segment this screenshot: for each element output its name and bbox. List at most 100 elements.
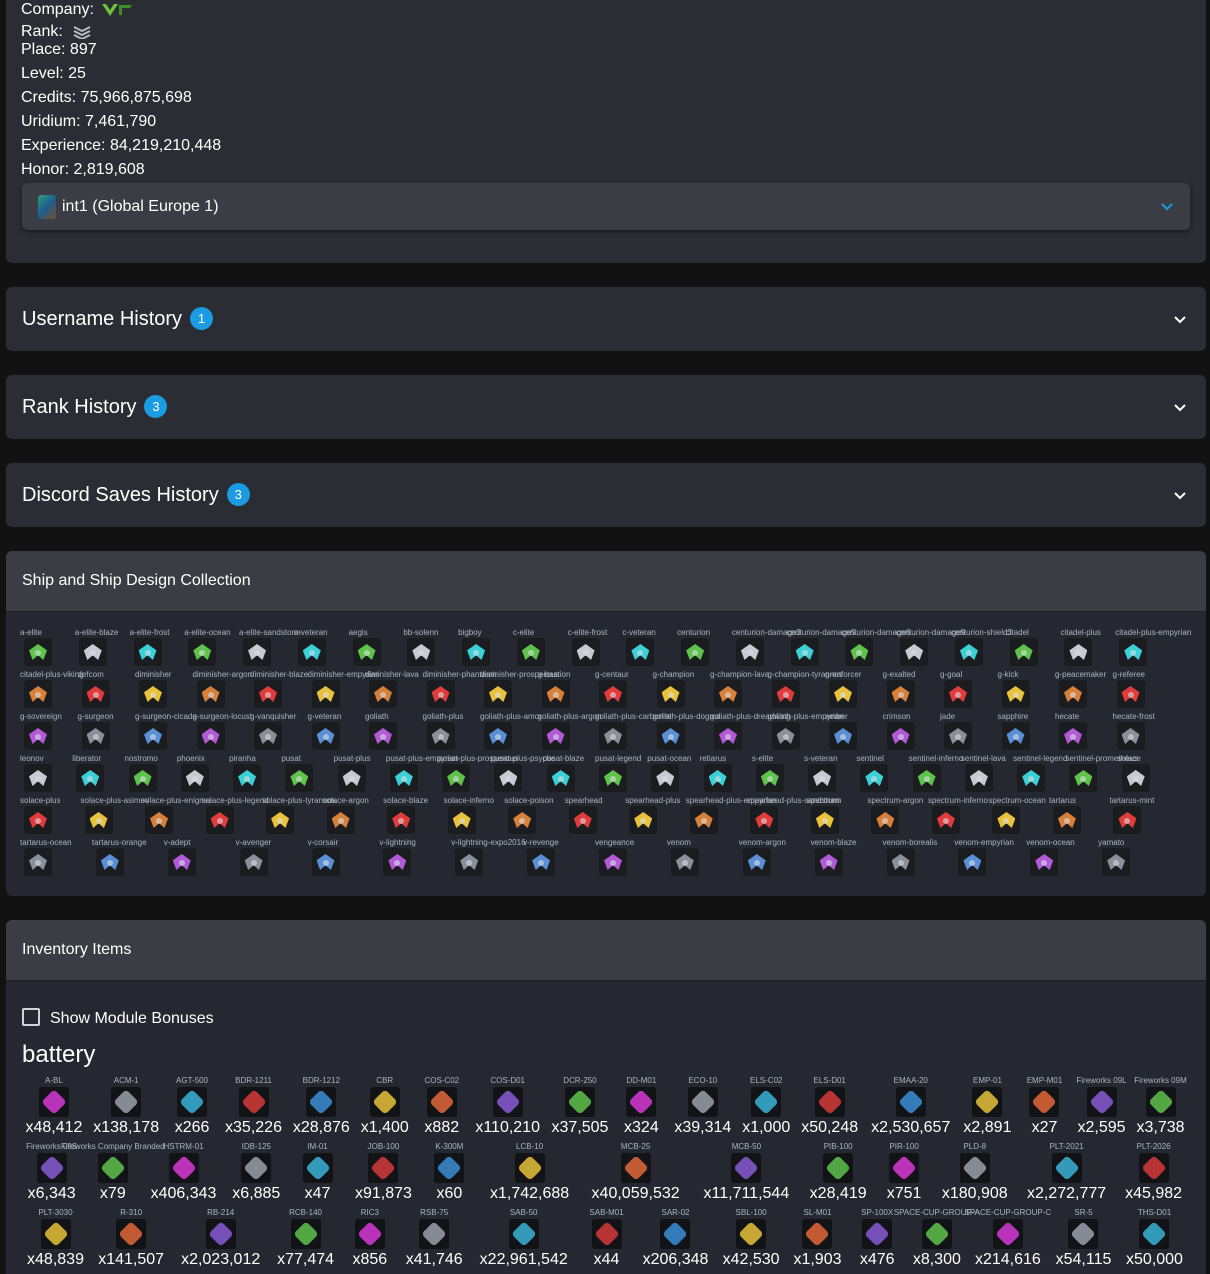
- ship-icon[interactable]: [145, 806, 174, 834]
- ship-icon[interactable]: [1064, 638, 1093, 666]
- ship-icon[interactable]: [389, 764, 418, 792]
- inventory-item-icon[interactable]: [802, 1219, 833, 1249]
- ship-icon[interactable]: [651, 764, 680, 792]
- ship-icon[interactable]: [311, 848, 340, 876]
- ship-icon[interactable]: [714, 722, 742, 750]
- inventory-item-icon[interactable]: [992, 1219, 1023, 1249]
- ship-icon[interactable]: [771, 722, 800, 750]
- ship-icon[interactable]: [814, 848, 843, 876]
- ship-icon[interactable]: [1017, 764, 1046, 792]
- ship-icon[interactable]: [1116, 722, 1145, 750]
- inventory-item-icon[interactable]: [302, 1153, 333, 1183]
- inventory-item-icon[interactable]: [736, 1219, 767, 1249]
- ship-icon[interactable]: [629, 806, 658, 834]
- ship-icon[interactable]: [84, 806, 113, 834]
- ship-icon[interactable]: [455, 848, 484, 876]
- ship-icon[interactable]: [285, 764, 314, 792]
- ship-icon[interactable]: [808, 764, 837, 792]
- inventory-item-icon[interactable]: [921, 1219, 952, 1249]
- inventory-item-icon[interactable]: [368, 1153, 399, 1183]
- module-bonuses-checkbox[interactable]: [22, 1008, 40, 1026]
- ship-icon[interactable]: [81, 680, 110, 708]
- ship-icon[interactable]: [383, 848, 412, 876]
- rank-history-accordion[interactable]: Rank History 3: [6, 375, 1206, 439]
- ship-icon[interactable]: [426, 722, 455, 750]
- username-history-accordion[interactable]: Username History 1: [6, 287, 1206, 351]
- ship-icon[interactable]: [546, 764, 575, 792]
- ship-icon[interactable]: [599, 680, 627, 708]
- ship-icon[interactable]: [845, 638, 874, 666]
- ship-icon[interactable]: [703, 764, 732, 792]
- ship-icon[interactable]: [205, 806, 234, 834]
- ship-icon[interactable]: [1116, 680, 1145, 708]
- ship-icon[interactable]: [24, 806, 52, 834]
- ship-icon[interactable]: [196, 722, 225, 750]
- ship-icon[interactable]: [1001, 680, 1030, 708]
- inventory-item-icon[interactable]: [38, 1087, 69, 1117]
- ship-icon[interactable]: [1052, 806, 1081, 834]
- inventory-item-icon[interactable]: [1138, 1153, 1169, 1183]
- ship-icon[interactable]: [771, 680, 800, 708]
- ship-icon[interactable]: [670, 848, 699, 876]
- inventory-item-icon[interactable]: [290, 1219, 321, 1249]
- inventory-item-icon[interactable]: [508, 1219, 539, 1249]
- inventory-item-icon[interactable]: [306, 1087, 337, 1117]
- inventory-item-icon[interactable]: [660, 1219, 691, 1249]
- module-bonuses-toggle[interactable]: Show Module Bonuses: [22, 1008, 214, 1028]
- ship-icon[interactable]: [254, 680, 282, 708]
- discord-saves-history-accordion[interactable]: Discord Saves History 3: [6, 463, 1206, 527]
- inventory-item-icon[interactable]: [238, 1087, 269, 1117]
- ship-icon[interactable]: [886, 680, 915, 708]
- ship-icon[interactable]: [326, 806, 355, 834]
- ship-icon[interactable]: [735, 638, 764, 666]
- ship-icon[interactable]: [958, 848, 987, 876]
- inventory-item-icon[interactable]: [620, 1153, 651, 1183]
- server-select[interactable]: int1 (Global Europe 1): [22, 183, 1190, 230]
- ship-icon[interactable]: [78, 638, 107, 666]
- ship-icon[interactable]: [369, 680, 397, 708]
- inventory-item-icon[interactable]: [354, 1219, 385, 1249]
- inventory-item-icon[interactable]: [1139, 1219, 1170, 1249]
- ship-icon[interactable]: [24, 680, 52, 708]
- inventory-item-icon[interactable]: [492, 1087, 523, 1117]
- inventory-item-icon[interactable]: [369, 1087, 400, 1117]
- ship-icon[interactable]: [1113, 806, 1142, 834]
- inventory-item-icon[interactable]: [111, 1087, 142, 1117]
- ship-icon[interactable]: [886, 722, 915, 750]
- ship-icon[interactable]: [95, 848, 124, 876]
- inventory-item-icon[interactable]: [1051, 1153, 1082, 1183]
- ship-icon[interactable]: [714, 680, 742, 708]
- ship-icon[interactable]: [447, 806, 476, 834]
- inventory-item-icon[interactable]: [591, 1219, 622, 1249]
- inventory-item-icon[interactable]: [241, 1153, 272, 1183]
- ship-icon[interactable]: [442, 764, 471, 792]
- ship-icon[interactable]: [1030, 848, 1059, 876]
- inventory-item-icon[interactable]: [731, 1153, 762, 1183]
- ship-icon[interactable]: [1059, 680, 1087, 708]
- inventory-item-icon[interactable]: [895, 1087, 926, 1117]
- ship-icon[interactable]: [912, 764, 941, 792]
- ship-icon[interactable]: [167, 848, 196, 876]
- ship-icon[interactable]: [24, 638, 52, 666]
- ship-icon[interactable]: [944, 680, 972, 708]
- ship-icon[interactable]: [992, 806, 1021, 834]
- ship-icon[interactable]: [426, 680, 455, 708]
- ship-icon[interactable]: [954, 638, 983, 666]
- ship-icon[interactable]: [1119, 638, 1148, 666]
- ship-icon[interactable]: [829, 722, 857, 750]
- ship-icon[interactable]: [1001, 722, 1030, 750]
- ship-icon[interactable]: [541, 722, 570, 750]
- ship-icon[interactable]: [337, 764, 366, 792]
- ship-icon[interactable]: [568, 806, 597, 834]
- ship-icon[interactable]: [681, 638, 710, 666]
- ship-icon[interactable]: [81, 722, 110, 750]
- ship-icon[interactable]: [1121, 764, 1150, 792]
- ship-icon[interactable]: [494, 764, 523, 792]
- inventory-item-icon[interactable]: [626, 1087, 657, 1117]
- ship-icon[interactable]: [829, 680, 857, 708]
- inventory-item-icon[interactable]: [814, 1087, 845, 1117]
- ship-icon[interactable]: [387, 806, 416, 834]
- ship-icon[interactable]: [407, 638, 436, 666]
- inventory-item-icon[interactable]: [205, 1219, 236, 1249]
- ship-icon[interactable]: [1059, 722, 1087, 750]
